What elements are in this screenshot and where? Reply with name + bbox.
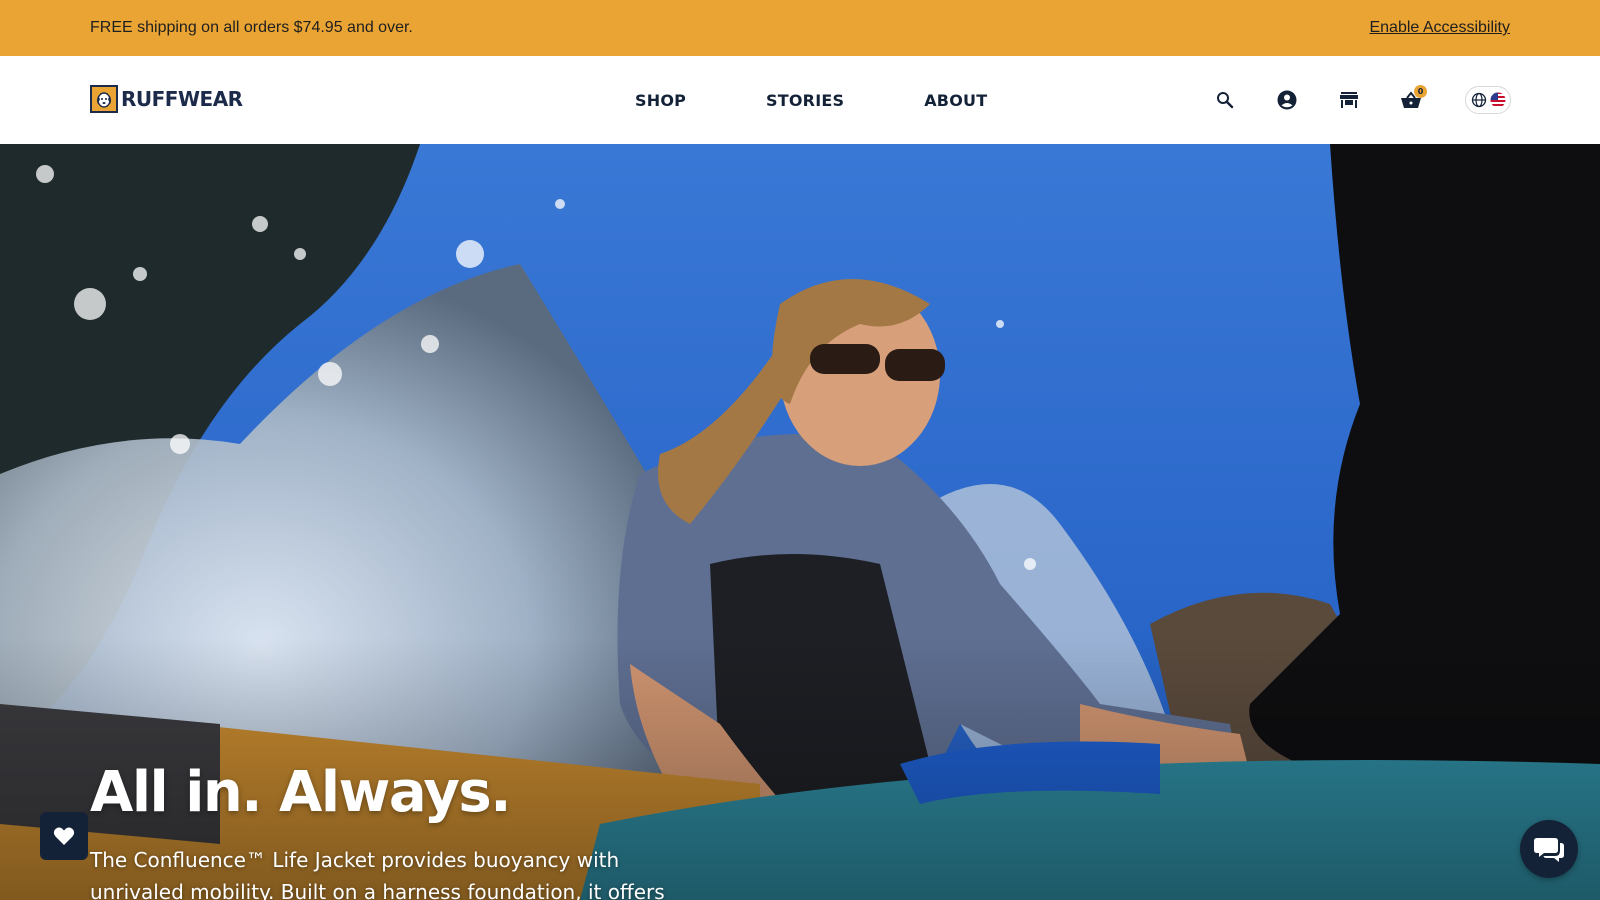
shipping-promo-text: FREE shipping on all orders $74.95 and o… (90, 19, 413, 36)
cart-button[interactable]: 0 (1396, 85, 1427, 115)
hero-description: The Confluence™ Life Jacket provides buo… (90, 848, 665, 900)
header-icons: 0 (1210, 56, 1458, 144)
account-icon (1277, 90, 1297, 110)
hero-headline: All in. Always. (90, 760, 512, 825)
search-icon (1217, 92, 1234, 109)
enable-accessibility-link[interactable]: Enable Accessibility (1369, 19, 1510, 37)
main-nav: SHOP STORIES ABOUT (635, 56, 987, 144)
site-header: RUFFWEAR SHOP STORIES ABOUT 0 (0, 56, 1600, 144)
store-icon (1340, 92, 1358, 108)
wishlist-button[interactable] (40, 812, 88, 860)
ruffwear-logo[interactable]: RUFFWEAR (90, 85, 243, 113)
search-button[interactable] (1210, 85, 1240, 115)
cart-count-badge: 0 (1414, 85, 1427, 98)
nav-shop[interactable]: SHOP (635, 91, 686, 110)
promo-bar: FREE shipping on all orders $74.95 and o… (0, 0, 1600, 56)
heart-icon (53, 827, 75, 845)
store-locator-button[interactable] (1334, 85, 1364, 115)
nav-stories[interactable]: STORIES (766, 91, 844, 110)
logo-wordmark: RUFFWEAR (121, 87, 243, 111)
globe-icon (1471, 92, 1486, 108)
account-button[interactable] (1272, 85, 1302, 115)
us-flag-icon (1490, 92, 1505, 108)
locale-selector[interactable] (1465, 86, 1511, 114)
dog-logo-icon (90, 85, 118, 113)
chat-button[interactable] (1520, 820, 1578, 878)
nav-about[interactable]: ABOUT (924, 91, 987, 110)
hero-banner: All in. Always. The Confluence™ Life Jac… (0, 144, 1600, 900)
chat-icon (1534, 838, 1564, 862)
